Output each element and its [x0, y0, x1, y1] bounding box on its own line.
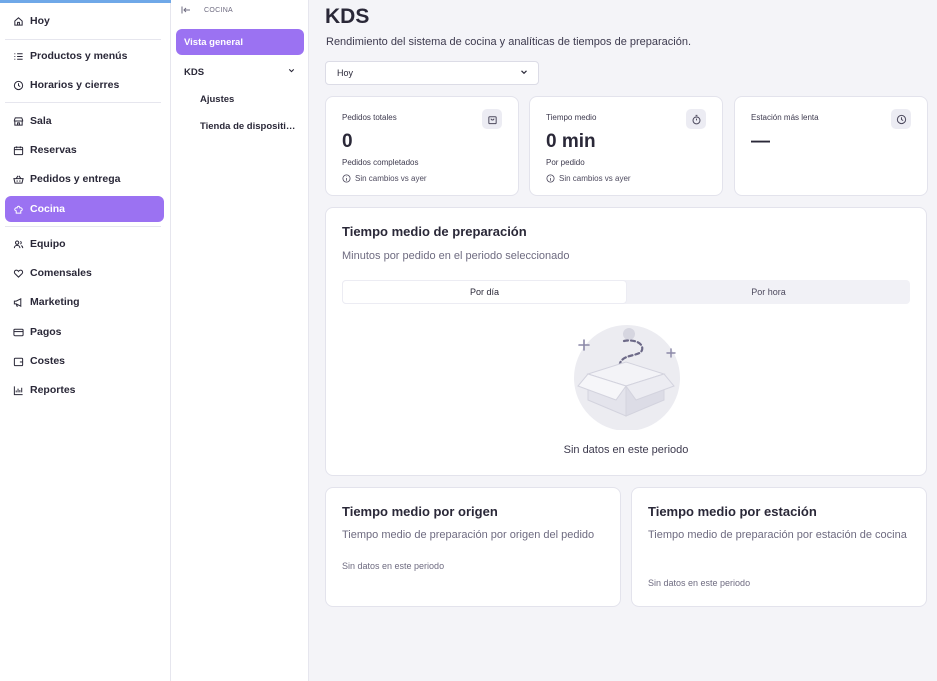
stat-value: 0 min [546, 131, 596, 152]
prep-time-tabs: Por día Por hora [342, 280, 910, 304]
sidebar-item-equipo[interactable]: Equipo [5, 231, 164, 257]
sidebar-item-label: Pedidos y entrega [30, 173, 121, 185]
stat-change-text: Sin cambios vs ayer [355, 174, 427, 183]
store-icon [13, 116, 24, 127]
wallet-icon [13, 356, 24, 367]
stat-sub: Por pedido [546, 158, 585, 167]
bag-icon [482, 109, 502, 129]
sidebar-item-comensales[interactable]: Comensales [5, 260, 164, 286]
sidebar-item-cocina[interactable]: Cocina [5, 196, 164, 222]
card-title: Tiempo medio por origen [342, 504, 498, 519]
stat-card-pedidos-totales: Pedidos totales 0 Pedidos completados Si… [325, 96, 519, 196]
stat-label: Pedidos totales [342, 113, 397, 122]
clock-icon [891, 109, 911, 129]
stat-label: Estación más lenta [751, 113, 819, 122]
empty-state-text: Sin datos en este periodo [563, 444, 689, 456]
megaphone-icon [13, 297, 24, 308]
sidebar-item-label: Productos y menús [30, 50, 128, 62]
sidebar-item-label: Equipo [30, 238, 66, 250]
subnav-item-ajustes[interactable]: Ajustes [200, 91, 300, 109]
origin-time-card: Tiempo medio por origen Tiempo medio de … [325, 487, 621, 607]
sidebar-item-label: Comensales [30, 267, 92, 279]
sidebar-divider [5, 39, 161, 40]
stopwatch-icon [686, 109, 706, 129]
station-time-card: Tiempo medio por estación Tiempo medio d… [631, 487, 927, 607]
stat-change: Sin cambios vs ayer [342, 174, 427, 183]
sidebar-item-label: Costes [30, 355, 66, 367]
subnav-item-kds[interactable]: KDS [184, 63, 296, 81]
subnav-kds-label: KDS [184, 66, 205, 78]
sidebar-item-label: Sala [30, 115, 52, 127]
sidebar-item-pagos[interactable]: Pagos [5, 319, 164, 345]
subnav-section-label: COCINA [204, 6, 234, 14]
sidebar-item-label: Reservas [30, 144, 77, 156]
page-subtitle: Rendimiento del sistema de cocina y anal… [326, 36, 692, 48]
page-title: KDS [325, 5, 370, 28]
prep-time-card: Tiempo medio de preparación Minutos por … [325, 207, 927, 476]
stat-change-text: Sin cambios vs ayer [559, 174, 631, 183]
sidebar-item-hoy[interactable]: Hoy [5, 8, 164, 34]
card-title: Tiempo medio de preparación [342, 224, 527, 239]
basket-icon [13, 174, 24, 185]
chevron-down-icon [519, 67, 529, 79]
list-icon [13, 51, 24, 62]
period-select-value: Hoy [337, 68, 354, 78]
empty-state-text: Sin datos en este periodo [648, 578, 751, 588]
subnav-header: COCINA [181, 5, 233, 15]
tab-por-hora[interactable]: Por hora [627, 280, 910, 304]
chef-hat-icon [13, 204, 24, 215]
sidebar-divider [5, 226, 161, 227]
chart-icon [13, 385, 24, 396]
card-description: Minutos por pedido en el periodo selecci… [342, 250, 570, 262]
sidebar-item-horarios[interactable]: Horarios y cierres [5, 72, 164, 98]
stat-label: Tiempo medio [546, 113, 597, 122]
subnav-item-tienda-dispositivos[interactable]: Tienda de dispositivos [200, 118, 300, 136]
info-icon [342, 174, 351, 183]
sidebar-item-reportes[interactable]: Reportes [5, 377, 164, 403]
subnav-item-vista-general[interactable]: Vista general [176, 29, 304, 55]
sidebar-item-label: Marketing [30, 296, 80, 308]
info-icon [546, 174, 555, 183]
sidebar-item-costes[interactable]: Costes [5, 348, 164, 374]
stat-card-tiempo-medio: Tiempo medio 0 min Por pedido Sin cambio… [529, 96, 723, 196]
home-icon [13, 16, 24, 27]
sidebar-item-label: Cocina [30, 203, 66, 215]
sidebar-item-label: Pagos [30, 326, 62, 338]
sidebar-item-reservas[interactable]: Reservas [5, 137, 164, 163]
card-description: Tiempo medio de preparación por estación… [648, 529, 907, 541]
stat-change: Sin cambios vs ayer [546, 174, 631, 183]
sidebar-item-productos[interactable]: Productos y menús [5, 43, 164, 69]
main-sidebar: Hoy Productos y menús Horarios y cierres… [0, 0, 171, 681]
chevron-down-icon [287, 66, 296, 78]
credit-card-icon [13, 327, 24, 338]
tab-por-dia[interactable]: Por día [342, 280, 627, 304]
card-title: Tiempo medio por estación [648, 504, 817, 519]
section-subnav: COCINA Vista general KDS Ajustes Tienda … [171, 0, 309, 681]
sidebar-item-pedidos[interactable]: Pedidos y entrega [5, 166, 164, 192]
sidebar-top-accent [0, 0, 171, 3]
stat-sub: Pedidos completados [342, 158, 419, 167]
collapse-panel-icon[interactable] [181, 5, 191, 15]
sidebar-item-label: Hoy [30, 15, 50, 27]
sidebar-item-sala[interactable]: Sala [5, 108, 164, 134]
calendar-icon [13, 145, 24, 156]
sidebar-item-label: Reportes [30, 384, 76, 396]
period-select[interactable]: Hoy [325, 61, 539, 85]
heart-icon [13, 268, 24, 279]
sidebar-item-marketing[interactable]: Marketing [5, 289, 164, 315]
stat-value: 0 [342, 131, 353, 152]
sidebar-item-label: Horarios y cierres [30, 79, 120, 91]
stat-value: — [751, 131, 770, 152]
clock-icon [13, 80, 24, 91]
empty-box-illustration [574, 325, 680, 430]
card-description: Tiempo medio de preparación por origen d… [342, 529, 595, 541]
users-icon [13, 239, 24, 250]
empty-state-text: Sin datos en este periodo [342, 561, 445, 571]
sidebar-divider [5, 102, 161, 103]
main-content: KDS Rendimiento del sistema de cocina y … [309, 0, 937, 681]
stat-card-estacion-lenta: Estación más lenta — [734, 96, 928, 196]
